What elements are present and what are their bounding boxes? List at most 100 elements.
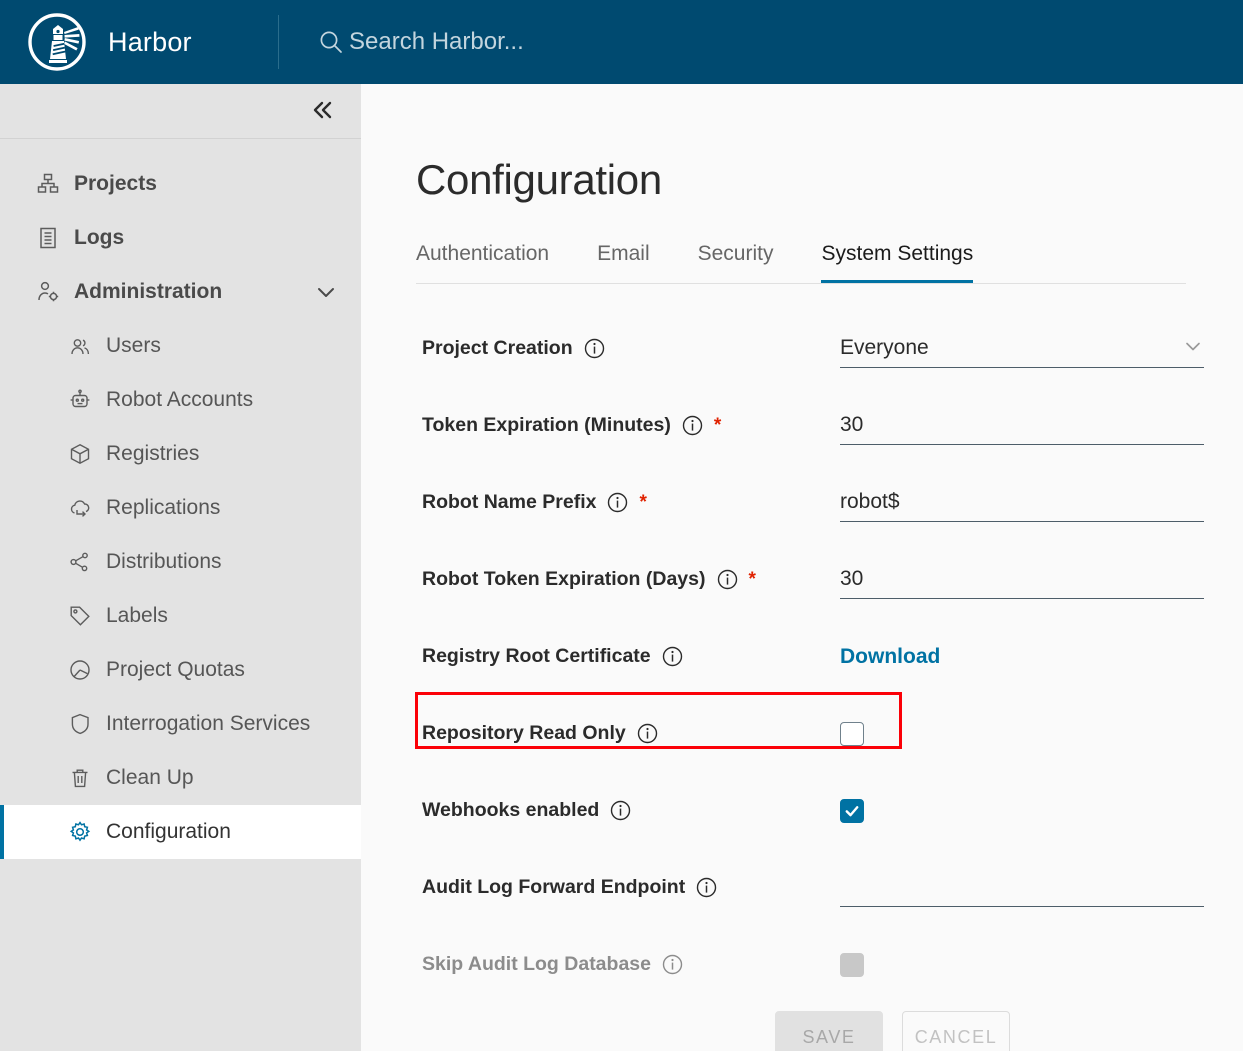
form-row-project-creation: Project Creation Everyone bbox=[361, 310, 1243, 387]
clean-up-icon bbox=[68, 766, 92, 790]
tab-system-settings[interactable]: System Settings bbox=[821, 236, 974, 283]
info-icon[interactable] bbox=[717, 569, 738, 590]
administration-icon bbox=[36, 280, 60, 304]
form-row-registry-root-certificate: Registry Root Certificate Download bbox=[361, 618, 1243, 695]
info-icon[interactable] bbox=[607, 492, 628, 513]
download-certificate-link[interactable]: Download bbox=[840, 645, 940, 669]
webhooks-enabled-checkbox[interactable] bbox=[840, 798, 864, 823]
robot-name-prefix-control bbox=[840, 483, 1243, 522]
form-row-webhooks-enabled: Webhooks enabled bbox=[361, 772, 1243, 849]
registries-icon bbox=[68, 442, 92, 466]
app-header: Harbor bbox=[0, 0, 1243, 84]
skip-audit-log-database-control bbox=[840, 952, 1243, 977]
robot-token-expiration-input[interactable] bbox=[840, 560, 1204, 599]
label-text: Audit Log Forward Endpoint bbox=[422, 876, 686, 898]
info-icon[interactable] bbox=[662, 646, 683, 667]
form-row-repository-read-only: Repository Read Only bbox=[361, 695, 1243, 772]
info-icon[interactable] bbox=[696, 877, 717, 898]
form-row-token-expiration: Token Expiration (Minutes) * bbox=[361, 387, 1243, 464]
select-value: Everyone bbox=[840, 336, 929, 359]
webhooks-enabled-label: Webhooks enabled bbox=[422, 799, 840, 822]
repository-read-only-control bbox=[840, 721, 1243, 746]
info-icon[interactable] bbox=[682, 415, 703, 436]
token-expiration-control bbox=[840, 406, 1243, 445]
chevron-down-icon[interactable] bbox=[315, 281, 337, 303]
repository-read-only-checkbox[interactable] bbox=[840, 721, 864, 746]
audit-log-forward-endpoint-input[interactable] bbox=[840, 868, 1204, 907]
label-text: Skip Audit Log Database bbox=[422, 953, 651, 975]
project-creation-control: Everyone bbox=[840, 330, 1243, 368]
token-expiration-label: Token Expiration (Minutes) * bbox=[422, 414, 840, 437]
search-bar[interactable] bbox=[279, 0, 1243, 84]
label-text: Robot Token Expiration (Days) bbox=[422, 568, 706, 590]
info-icon[interactable] bbox=[610, 800, 631, 821]
sidebar-item-projects[interactable]: Projects bbox=[0, 157, 361, 211]
double-chevron-left-icon bbox=[309, 97, 335, 126]
sidebar-item-robot-accounts[interactable]: Robot Accounts bbox=[0, 373, 361, 427]
sidebar-item-logs[interactable]: Logs bbox=[0, 211, 361, 265]
search-input[interactable] bbox=[349, 22, 769, 62]
required-marker: * bbox=[713, 414, 722, 436]
robot-token-expiration-control bbox=[840, 560, 1243, 599]
brand-title: Harbor bbox=[108, 26, 192, 57]
project-creation-label: Project Creation bbox=[422, 337, 840, 360]
project-quotas-icon bbox=[68, 658, 92, 682]
robot-icon bbox=[68, 388, 92, 412]
save-button[interactable]: SAVE bbox=[775, 1011, 883, 1051]
sidebar-item-distributions[interactable]: Distributions bbox=[0, 535, 361, 589]
sidebar-item-replications[interactable]: Replications bbox=[0, 481, 361, 535]
system-settings-form: Project Creation Everyone Token Expirati… bbox=[361, 284, 1243, 1051]
sidebar-collapse-button[interactable] bbox=[305, 94, 339, 128]
sidebar-item-label: Replications bbox=[106, 496, 221, 519]
sidebar-item-clean-up[interactable]: Clean Up bbox=[0, 751, 361, 805]
form-row-skip-audit-log-database: Skip Audit Log Database bbox=[361, 926, 1243, 1003]
required-marker: * bbox=[748, 568, 756, 590]
sidebar-item-label: Registries bbox=[106, 442, 200, 465]
sidebar-item-interrogation-services[interactable]: Interrogation Services bbox=[0, 697, 361, 751]
sidebar-item-users[interactable]: Users bbox=[0, 319, 361, 373]
config-tabs: Authentication Email Security System Set… bbox=[416, 236, 1186, 284]
skip-audit-log-database-label: Skip Audit Log Database bbox=[422, 953, 840, 976]
sidebar-item-label: Distributions bbox=[106, 550, 222, 573]
sidebar-nav: Projects Logs Administration Users Robot… bbox=[0, 139, 361, 859]
token-expiration-input[interactable] bbox=[840, 406, 1204, 445]
sidebar-item-label: Labels bbox=[106, 604, 168, 627]
labels-icon bbox=[68, 604, 92, 628]
interrogation-services-icon bbox=[68, 712, 92, 736]
sidebar-item-administration[interactable]: Administration bbox=[0, 265, 361, 319]
chevron-down-icon bbox=[1182, 335, 1204, 362]
info-icon[interactable] bbox=[584, 338, 605, 359]
tab-security[interactable]: Security bbox=[698, 236, 774, 283]
webhooks-enabled-control bbox=[840, 798, 1243, 823]
form-row-robot-token-expiration: Robot Token Expiration (Days) * bbox=[361, 541, 1243, 618]
sidebar-item-label: Logs bbox=[74, 226, 125, 249]
replications-icon bbox=[68, 496, 92, 520]
sidebar-item-project-quotas[interactable]: Project Quotas bbox=[0, 643, 361, 697]
robot-name-prefix-label: Robot Name Prefix * bbox=[422, 491, 840, 514]
check-icon bbox=[845, 805, 859, 816]
label-text: Registry Root Certificate bbox=[422, 645, 651, 667]
info-icon[interactable] bbox=[637, 723, 658, 744]
project-creation-select[interactable]: Everyone bbox=[840, 330, 1204, 368]
label-text: Token Expiration (Minutes) bbox=[422, 414, 671, 436]
registry-root-certificate-control: Download bbox=[840, 645, 1243, 669]
label-text: Project Creation bbox=[422, 337, 573, 359]
tab-authentication[interactable]: Authentication bbox=[416, 236, 549, 283]
search-icon bbox=[319, 30, 344, 55]
sidebar-item-configuration[interactable]: Configuration bbox=[0, 805, 361, 859]
audit-log-forward-endpoint-label: Audit Log Forward Endpoint bbox=[422, 876, 840, 899]
sidebar-item-label: Administration bbox=[74, 280, 223, 303]
users-icon bbox=[68, 334, 92, 358]
required-marker: * bbox=[639, 491, 647, 513]
sidebar-item-label: Projects bbox=[74, 172, 157, 195]
tab-email[interactable]: Email bbox=[597, 236, 650, 283]
form-actions: SAVE CANCEL bbox=[361, 1011, 1243, 1051]
sidebar-item-labels[interactable]: Labels bbox=[0, 589, 361, 643]
sidebar-item-registries[interactable]: Registries bbox=[0, 427, 361, 481]
info-icon[interactable] bbox=[662, 954, 683, 975]
form-row-audit-log-forward-endpoint: Audit Log Forward Endpoint bbox=[361, 849, 1243, 926]
sidebar-item-label: Configuration bbox=[106, 820, 231, 843]
brand[interactable]: Harbor bbox=[0, 13, 278, 71]
robot-name-prefix-input[interactable] bbox=[840, 483, 1204, 522]
cancel-button[interactable]: CANCEL bbox=[902, 1011, 1010, 1051]
